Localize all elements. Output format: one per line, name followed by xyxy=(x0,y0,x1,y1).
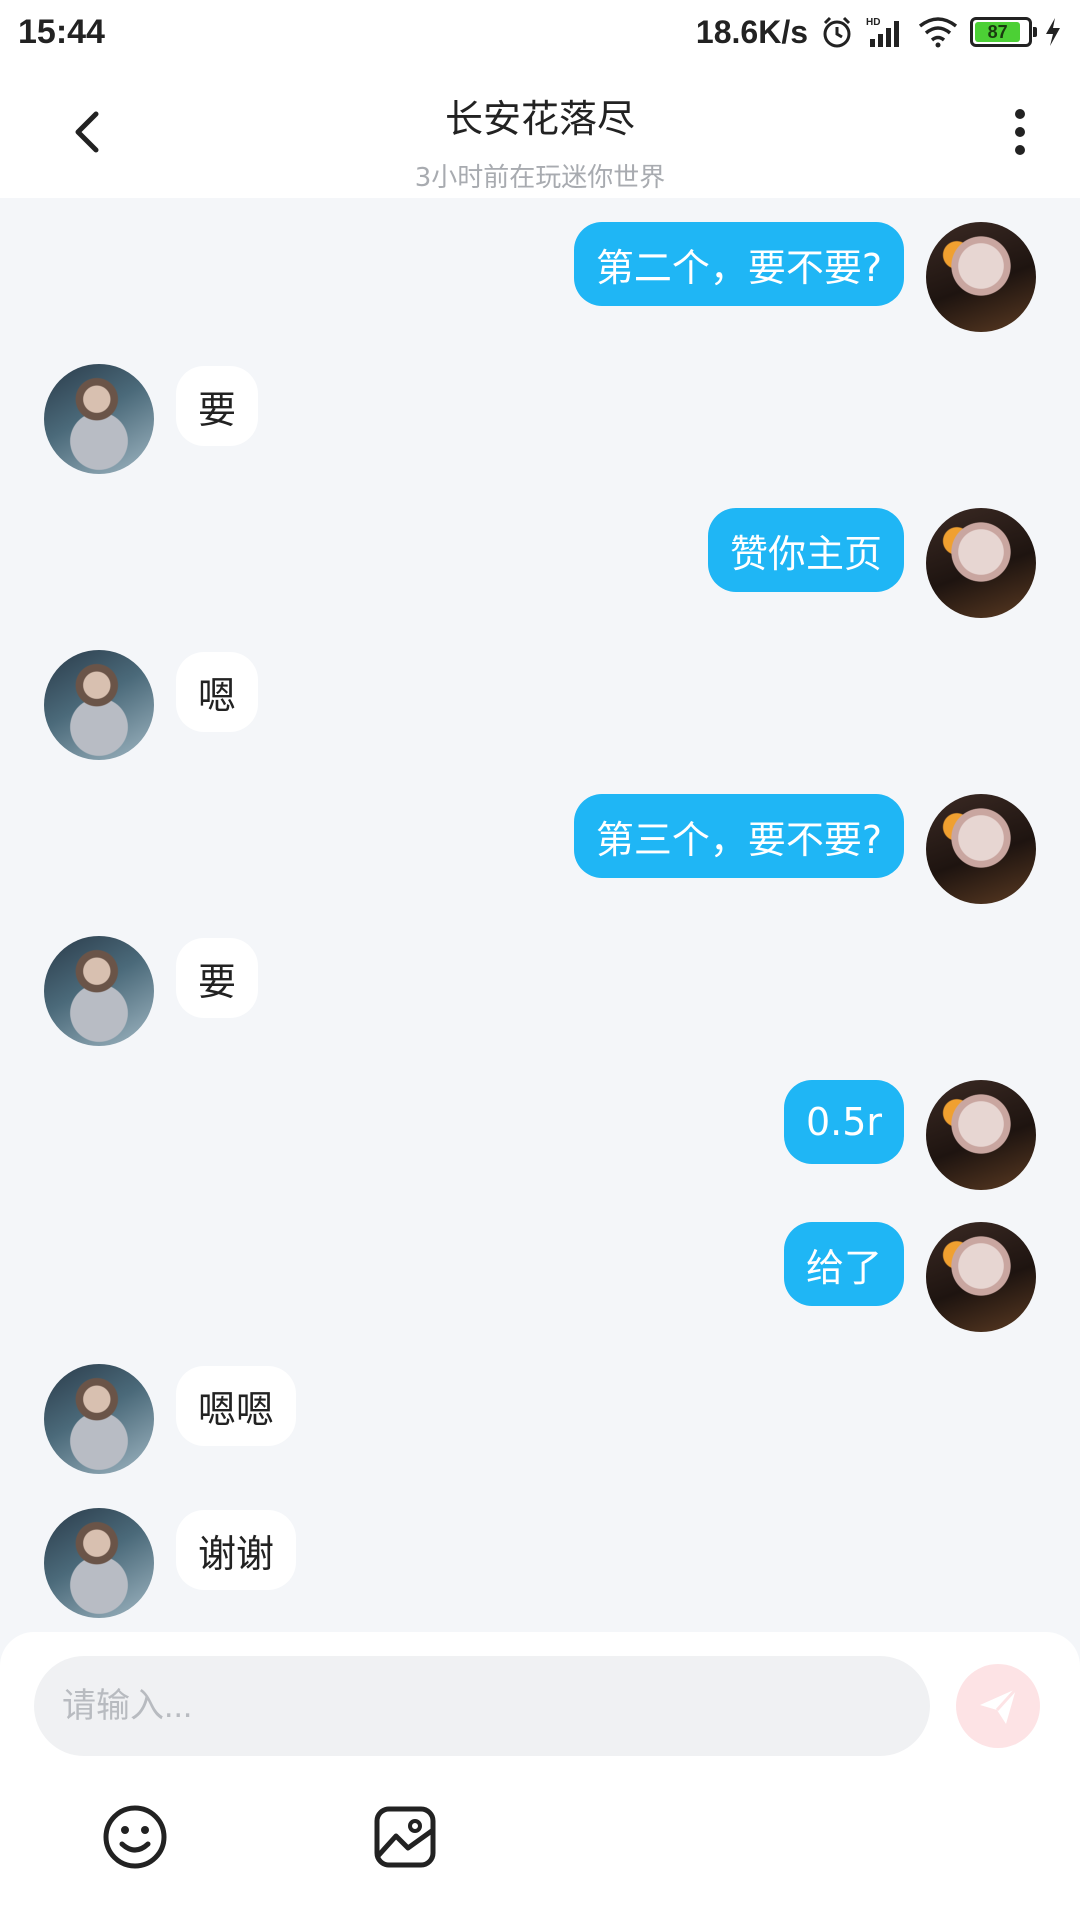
message-bubble-outgoing[interactable]: 赞你主页 xyxy=(707,508,904,592)
page-title: 长安花落尽 xyxy=(444,97,635,141)
status-right: 18.6K/s HD 87 xyxy=(696,14,1062,51)
chat-header: 长安花落尽 3小时前在玩迷你世界 xyxy=(0,64,1080,198)
message-row-outgoing: 给了 xyxy=(0,1222,1080,1332)
message-input-container[interactable] xyxy=(34,1656,930,1756)
message-row-incoming: 嗯嗯 xyxy=(0,1364,1080,1474)
avatar-other[interactable] xyxy=(44,1364,154,1474)
more-vertical-icon[interactable] xyxy=(1000,102,1040,162)
message-bubble-outgoing[interactable]: 第三个，要不要? xyxy=(573,794,904,878)
avatar-other[interactable] xyxy=(44,936,154,1046)
message-row-outgoing: 第二个，要不要? xyxy=(0,222,1080,332)
send-icon[interactable] xyxy=(956,1664,1040,1748)
message-row-incoming: 要 xyxy=(0,364,1080,474)
message-row-incoming: 谢谢 xyxy=(0,1508,1080,1618)
svg-text:HD: HD xyxy=(866,17,880,28)
emoji-icon[interactable] xyxy=(100,1802,170,1872)
status-bar: 15:44 18.6K/s HD 87 xyxy=(0,0,1080,64)
message-row-incoming: 嗯 xyxy=(0,650,1080,760)
alarm-icon xyxy=(820,15,854,49)
message-row-incoming: 要 xyxy=(0,936,1080,1046)
message-bubble-outgoing[interactable]: 给了 xyxy=(783,1222,904,1306)
message-bubble-outgoing[interactable]: 第二个，要不要? xyxy=(573,222,904,306)
message-row-outgoing: 第三个，要不要? xyxy=(0,794,1080,904)
avatar-me[interactable] xyxy=(926,1222,1036,1332)
status-time: 15:44 xyxy=(18,12,105,51)
battery-icon: 87 xyxy=(970,17,1037,47)
avatar-other[interactable] xyxy=(44,1508,154,1618)
message-row-outgoing: 0.5r xyxy=(0,1080,1080,1190)
battery-level: 87 xyxy=(975,22,1021,42)
message-bubble-outgoing[interactable]: 0.5r xyxy=(783,1080,904,1164)
avatar-me[interactable] xyxy=(926,508,1036,618)
hd-signal-icon: HD xyxy=(866,15,906,49)
avatar-me[interactable] xyxy=(926,794,1036,904)
avatar-other[interactable] xyxy=(44,364,154,474)
avatar-me[interactable] xyxy=(926,222,1036,332)
message-composer xyxy=(0,1632,1080,1920)
message-bubble-incoming[interactable]: 嗯嗯 xyxy=(176,1366,297,1446)
header-title-block: 长安花落尽 3小时前在玩迷你世界 xyxy=(0,88,1080,194)
chat-message-list[interactable]: 第二个，要不要? 要 赞你主页 嗯 第三个，要不要? 要 0.5r 给了 嗯嗯 … xyxy=(0,198,1080,1638)
image-icon[interactable] xyxy=(370,1802,440,1872)
network-speed: 18.6K/s xyxy=(695,13,808,50)
avatar-other[interactable] xyxy=(44,650,154,760)
message-bubble-incoming[interactable]: 要 xyxy=(176,366,259,446)
message-bubble-incoming[interactable]: 谢谢 xyxy=(176,1510,297,1590)
message-row-outgoing: 赞你主页 xyxy=(0,508,1080,618)
wifi-icon xyxy=(918,16,958,48)
message-input[interactable] xyxy=(60,1685,904,1727)
charging-icon xyxy=(1044,17,1062,47)
page-subtitle: 3小时前在玩迷你世界 xyxy=(414,163,666,193)
avatar-me[interactable] xyxy=(926,1080,1036,1190)
message-bubble-incoming[interactable]: 要 xyxy=(176,938,259,1018)
message-bubble-incoming[interactable]: 嗯 xyxy=(176,652,259,732)
